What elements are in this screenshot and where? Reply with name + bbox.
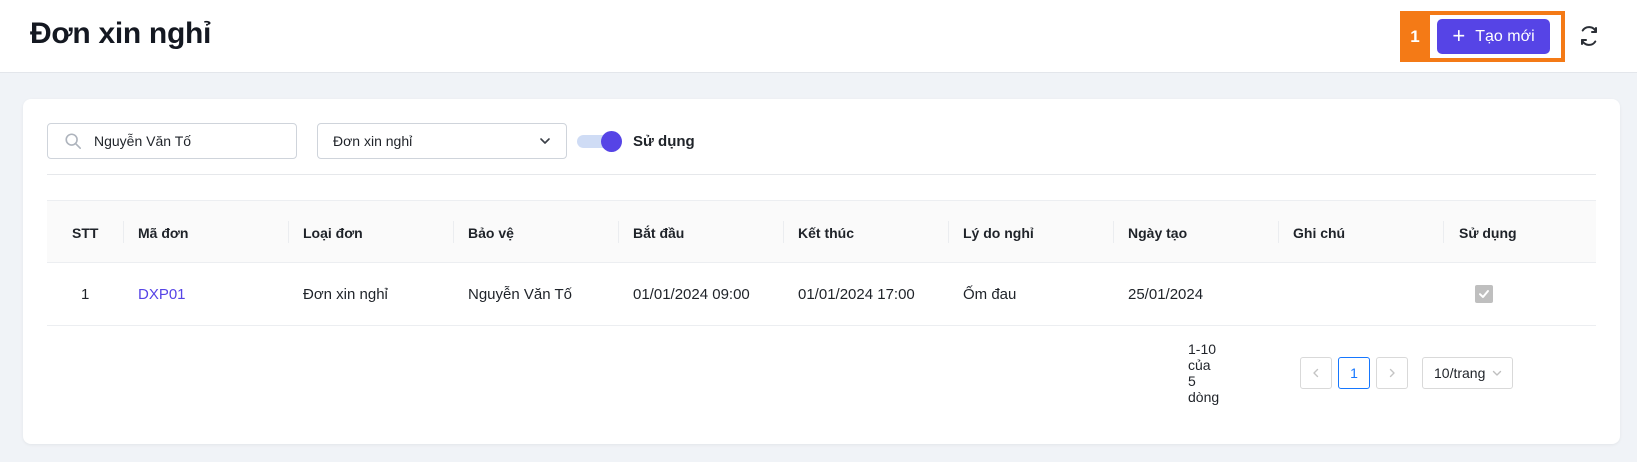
active-toggle[interactable] <box>577 130 622 152</box>
cell-active <box>1475 263 1493 325</box>
column-header-note: Ghi chú <box>1293 224 1346 241</box>
active-toggle-label: Sử dụng <box>633 132 695 150</box>
type-select-value: Đơn xin nghỉ <box>333 133 413 149</box>
pagination-total: 1-10 của 5 dòng <box>1188 341 1220 405</box>
toggle-knob <box>601 131 622 152</box>
column-header-created: Ngày tạo <box>1128 224 1188 241</box>
table-row: 1 DXP01 Đơn xin nghỉ Nguyễn Văn Tố 01/01… <box>47 263 1596 326</box>
column-header-type: Loại đơn <box>303 224 363 241</box>
cell-created: 25/01/2024 <box>1128 285 1204 303</box>
chevron-down-icon <box>1492 370 1502 376</box>
check-icon <box>1479 290 1489 298</box>
cell-start: 01/01/2024 09:00 <box>633 285 750 303</box>
table-header: STT Mã đơn Loại đơn Bảo vệ Bắt đầu Kết t… <box>47 200 1596 263</box>
type-select[interactable]: Đơn xin nghỉ <box>317 123 567 159</box>
column-header-active: Sử dụng <box>1459 224 1517 241</box>
column-header-guard: Bảo vệ <box>468 224 514 241</box>
create-new-button[interactable]: + Tạo mới <box>1437 19 1550 54</box>
divider <box>47 174 1596 175</box>
search-icon <box>65 133 82 150</box>
column-header-end: Kết thúc <box>798 224 854 241</box>
cell-stt: 1 <box>81 285 90 303</box>
page-header: Đơn xin nghỉ 1 + Tạo mới <box>0 0 1637 73</box>
requests-table: STT Mã đơn Loại đơn Bảo vệ Bắt đầu Kết t… <box>47 200 1596 326</box>
highlight-box: 1 + Tạo mới <box>1400 11 1565 62</box>
refresh-icon[interactable] <box>1577 24 1601 48</box>
column-header-stt: STT <box>72 224 99 241</box>
cell-reason: Ốm đau <box>963 285 1017 303</box>
active-checkbox[interactable] <box>1475 285 1493 303</box>
prev-page-button[interactable] <box>1300 357 1332 389</box>
search-box <box>47 123 297 159</box>
chevron-down-icon <box>540 138 550 144</box>
cell-code-link[interactable]: DXP01 <box>138 263 186 325</box>
chevron-right-icon <box>1389 368 1395 378</box>
page-title: Đơn xin nghỉ <box>30 17 212 50</box>
active-filter: Sử dụng <box>577 130 695 152</box>
column-header-start: Bắt đầu <box>633 224 685 241</box>
page-size-select[interactable]: 10/trang <box>1422 357 1513 389</box>
page-size-value: 10/trang <box>1434 365 1486 381</box>
next-page-button[interactable] <box>1376 357 1408 389</box>
cell-end: 01/01/2024 17:00 <box>798 285 915 303</box>
content-card: Đơn xin nghỉ Sử dụng STT Mã đơn Loại đơn… <box>23 99 1620 444</box>
cell-guard: Nguyễn Văn Tố <box>468 285 572 303</box>
column-header-code: Mã đơn <box>138 224 189 241</box>
search-input[interactable] <box>94 133 274 149</box>
create-new-label: Tạo mới <box>1475 27 1535 45</box>
cell-type: Đơn xin nghỉ <box>303 285 388 303</box>
page-1-button[interactable]: 1 <box>1338 357 1370 389</box>
column-header-reason: Lý do nghỉ <box>963 224 1034 241</box>
plus-icon: + <box>1452 22 1466 48</box>
chevron-left-icon <box>1313 368 1319 378</box>
highlight-badge: 1 <box>1400 11 1430 62</box>
